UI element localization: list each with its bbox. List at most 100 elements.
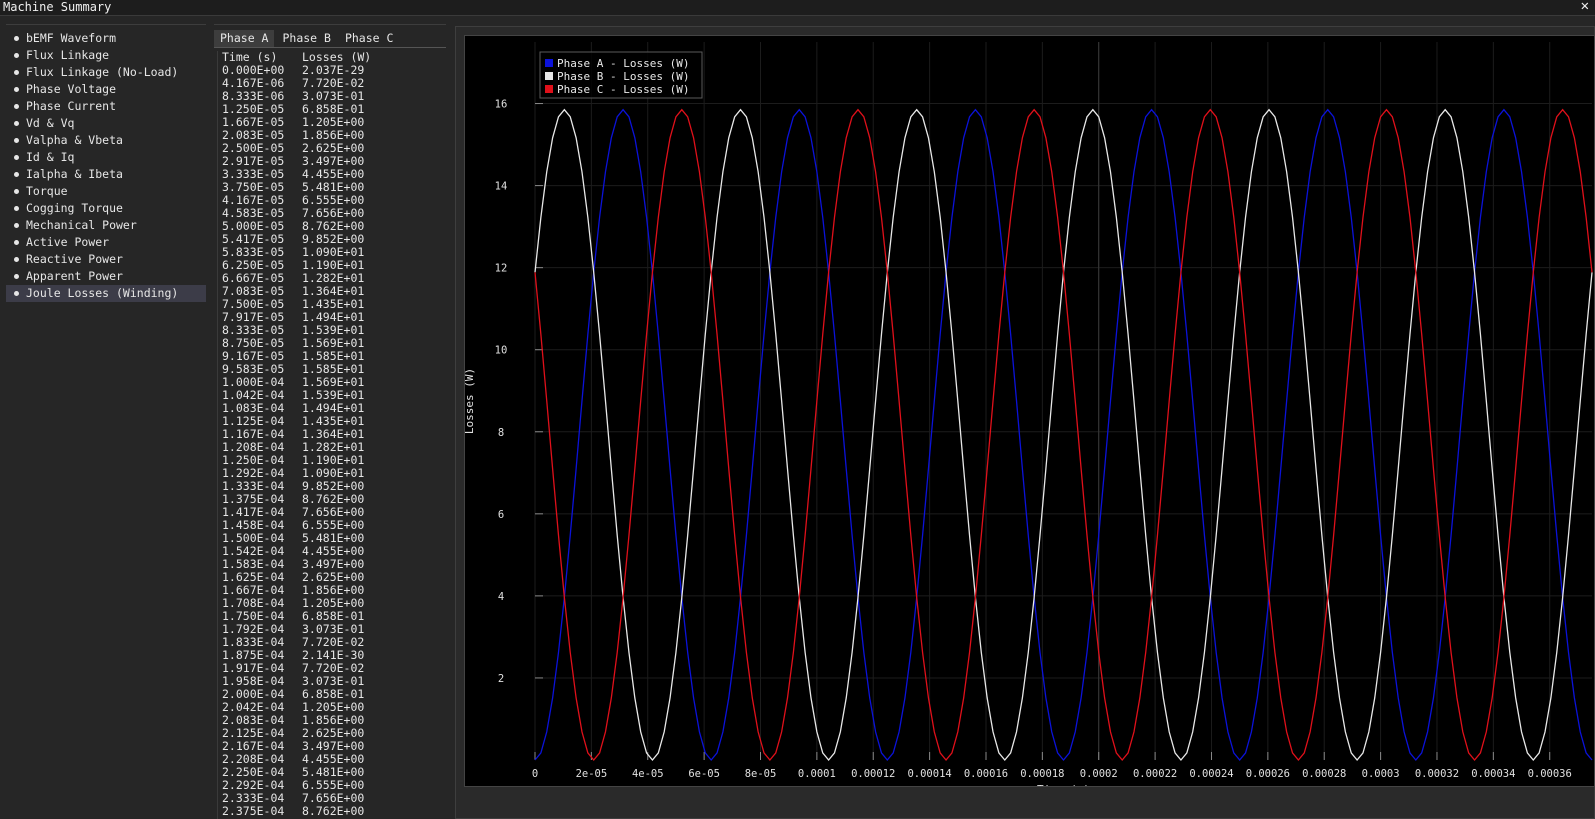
bullet-icon xyxy=(14,291,19,296)
plot-list-sidebar: bEMF Waveform Flux Linkage Flux Linkage (N… xyxy=(0,16,206,819)
sidebar-item-label: Cogging Torque xyxy=(26,201,123,215)
sidebar-item-label: Mechanical Power xyxy=(26,218,137,232)
sidebar-item-mechanical-power[interactable]: Mechanical Power xyxy=(6,217,206,234)
legend-entry: Phase B - Losses (W) xyxy=(557,70,689,83)
sidebar-item-ialpha-ibeta[interactable]: Ialpha & Ibeta xyxy=(6,166,206,183)
phase-tabs: Phase A Phase B Phase C xyxy=(214,30,401,47)
bullet-icon xyxy=(14,104,19,109)
bullet-icon xyxy=(14,138,19,143)
bullet-icon xyxy=(14,70,19,75)
data-table[interactable]: Time (s) Losses (W) 0.000E+00 2.037E-29 4.… xyxy=(217,51,444,819)
sidebar-item-label: Flux Linkage (No-Load) xyxy=(26,65,179,79)
bullet-icon xyxy=(14,36,19,41)
x-tick-label: 4e-05 xyxy=(632,768,664,780)
bullet-icon xyxy=(14,87,19,92)
bullet-icon xyxy=(14,121,19,126)
y-tick-label: 10 xyxy=(495,345,508,357)
x-tick-label: 0 xyxy=(532,768,538,780)
x-axis-label: Time (s) xyxy=(1037,783,1090,786)
sidebar-item-label: Active Power xyxy=(26,235,110,249)
sidebar-item-label: Ialpha & Ibeta xyxy=(26,167,123,181)
sidebar-item-reactive-power[interactable]: Reactive Power xyxy=(6,251,206,268)
tab-phase-b[interactable]: Phase B xyxy=(276,30,336,47)
sidebar-item-id-iq[interactable]: Id & Iq xyxy=(6,149,206,166)
legend-swatch xyxy=(545,72,553,80)
table-divider xyxy=(214,24,446,25)
bullet-icon xyxy=(14,223,19,228)
x-tick-label: 0.00024 xyxy=(1189,768,1233,780)
window-title: Machine Summary xyxy=(3,0,112,14)
sidebar-item-flux-linkage-no-load[interactable]: Flux Linkage (No-Load) xyxy=(6,64,206,81)
series-line-phase-c xyxy=(534,108,1593,762)
plot-panel[interactable]: 0 2e-05 4e-05 6e-05 8e-05 0.0001 0.00012 0.0001… xyxy=(464,35,1595,787)
plot-list: bEMF Waveform Flux Linkage Flux Linkage (N… xyxy=(6,30,206,302)
bullet-icon xyxy=(14,189,19,194)
x-tick-label: 8e-05 xyxy=(745,768,777,780)
sidebar-item-label: Valpha & Vbeta xyxy=(26,133,123,147)
cell-time: 2.375E-04 xyxy=(222,804,285,818)
bullet-icon xyxy=(14,274,19,279)
sidebar-item-label: Joule Losses (Winding) xyxy=(26,286,179,300)
series-line-phase-a xyxy=(534,108,1593,762)
sidebar-item-cogging-torque[interactable]: Cogging Torque xyxy=(6,200,206,217)
x-tick-label: 0.00022 xyxy=(1133,768,1177,780)
sidebar-item-joule-losses-winding[interactable]: Joule Losses (Winding) xyxy=(6,285,206,302)
y-tick-label: 2 xyxy=(498,673,504,685)
sidebar-item-bemf-waveform[interactable]: bEMF Waveform xyxy=(6,30,206,47)
tab-phase-c[interactable]: Phase C xyxy=(339,30,399,47)
x-tick-label: 0.0003 xyxy=(1362,768,1400,780)
table-row: 2.375E-04 8.762E+00 xyxy=(218,805,444,818)
cell-losses: 8.762E+00 xyxy=(302,804,365,818)
sidebar-item-valpha-vbeta[interactable]: Valpha & Vbeta xyxy=(6,132,206,149)
sidebar-item-label: Flux Linkage xyxy=(26,48,110,62)
sidebar-item-vd-vq[interactable]: Vd & Vq xyxy=(6,115,206,132)
x-tick-label: 0.00032 xyxy=(1415,768,1459,780)
y-tick-label: 14 xyxy=(495,181,508,193)
close-icon[interactable]: ✕ xyxy=(1581,0,1589,14)
data-table-panel: Phase A Phase B Phase C Time (s) Losses (W… xyxy=(214,16,446,819)
sidebar-item-label: Reactive Power xyxy=(26,252,123,266)
x-tick-label: 0.00028 xyxy=(1302,768,1346,780)
title-bar: Machine Summary ✕ xyxy=(0,0,1595,16)
bullet-icon xyxy=(14,155,19,160)
bullet-icon xyxy=(14,206,19,211)
sidebar-item-label: Vd & Vq xyxy=(26,116,75,130)
sidebar-item-apparent-power[interactable]: Apparent Power xyxy=(6,268,206,285)
sidebar-item-label: bEMF Waveform xyxy=(26,31,117,45)
bullet-icon xyxy=(14,172,19,177)
bullet-icon xyxy=(14,257,19,262)
x-tick-label: 0.00012 xyxy=(851,768,895,780)
y-tick-label: 16 xyxy=(495,99,508,111)
x-tick-label: 0.00016 xyxy=(964,768,1008,780)
table-body: 0.000E+00 2.037E-29 4.167E-06 7.720E-02 8.33… xyxy=(218,64,444,818)
series-line-phase-b xyxy=(534,108,1593,762)
x-tick-label: 0.00018 xyxy=(1020,768,1064,780)
sidebar-item-label: Torque xyxy=(26,184,68,198)
y-tick-label: 12 xyxy=(495,263,508,275)
sidebar-item-active-power[interactable]: Active Power xyxy=(6,234,206,251)
x-tick-label: 0.0002 xyxy=(1080,768,1118,780)
x-tick-label: 0.00026 xyxy=(1246,768,1290,780)
sidebar-item-phase-voltage[interactable]: Phase Voltage xyxy=(6,81,206,98)
legend-swatch xyxy=(545,59,553,67)
y-tick-label: 8 xyxy=(498,427,504,439)
sidebar-item-flux-linkage[interactable]: Flux Linkage xyxy=(6,47,206,64)
x-tick-label: 0.0001 xyxy=(798,768,836,780)
y-tick-label: 6 xyxy=(498,509,504,521)
x-tick-label: 0.00036 xyxy=(1528,768,1572,780)
legend-entry: Phase A - Losses (W) xyxy=(557,57,689,70)
losses-chart[interactable]: 0 2e-05 4e-05 6e-05 8e-05 0.0001 0.00012 0.0001… xyxy=(465,36,1594,786)
sidebar-item-label: Phase Current xyxy=(26,99,117,113)
tab-phase-a[interactable]: Phase A xyxy=(214,30,275,47)
sidebar-item-phase-current[interactable]: Phase Current xyxy=(6,98,206,115)
x-tick-label: 6e-05 xyxy=(688,768,720,780)
bullet-icon xyxy=(14,53,19,58)
legend-swatch xyxy=(545,85,553,93)
sidebar-item-torque[interactable]: Torque xyxy=(6,183,206,200)
legend-entry: Phase C - Losses (W) xyxy=(557,83,689,96)
y-axis-label: Losses (W) xyxy=(465,368,476,434)
x-tick-label: 2e-05 xyxy=(576,768,608,780)
sidebar-item-label: Apparent Power xyxy=(26,269,123,283)
sidebar-item-label: Phase Voltage xyxy=(26,82,117,96)
sidebar-item-label: Id & Iq xyxy=(26,150,75,164)
